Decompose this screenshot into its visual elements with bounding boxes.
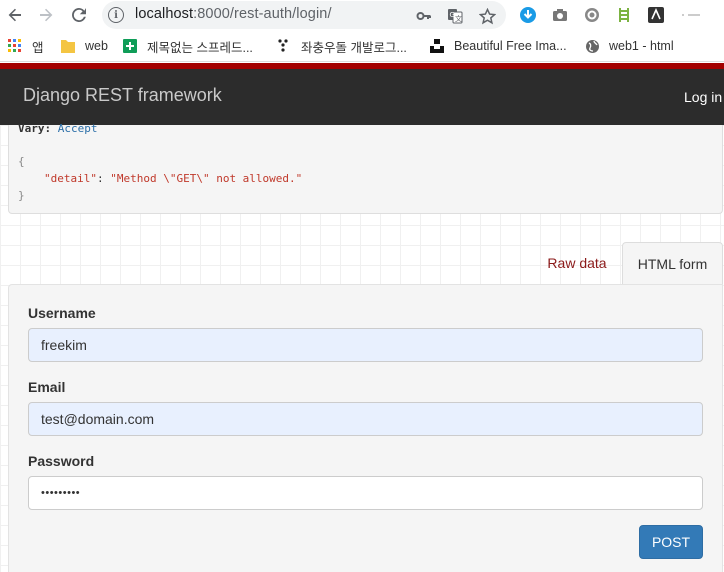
- bookmark-label: 앱: [32, 40, 44, 55]
- toolbar-separator: [680, 5, 700, 25]
- sheets-icon: [122, 38, 138, 54]
- dark-extension-icon[interactable]: [646, 5, 666, 25]
- apps-grid-icon: [7, 38, 23, 54]
- header-key: Vary:: [18, 122, 52, 135]
- bookmark-spreadsheet[interactable]: 제목없는 스프레드...: [122, 37, 253, 55]
- navbar: Django REST framework Log in: [0, 69, 724, 125]
- bookmark-label: Beautiful Free Ima...: [454, 39, 567, 53]
- email-field[interactable]: test@domain.com: [28, 402, 703, 436]
- bookmark-devlog[interactable]: 좌충우돌 개발로그...: [276, 37, 407, 55]
- ladder-extension-icon[interactable]: [614, 5, 634, 25]
- back-icon[interactable]: [3, 3, 27, 27]
- dots-icon: [276, 38, 292, 54]
- username-field[interactable]: freekim: [28, 328, 703, 362]
- password-label: Password: [28, 453, 95, 469]
- translate-icon[interactable]: G文: [446, 7, 464, 25]
- bookmarks-bar: 앱 web 제목없는 스프레드... 좌충우돌 개발로그... Beautifu…: [0, 30, 724, 62]
- browser-toolbar: i localhost:8000/rest-auth/login/ G文: [0, 0, 724, 30]
- tab-raw-data[interactable]: Raw data: [533, 242, 621, 284]
- json-value: "Method \"GET\" not allowed.": [110, 172, 303, 185]
- bookmark-label: 제목없는 스프레드...: [147, 40, 253, 55]
- json-detail-line: "detail": "Method \"GET\" not allowed.": [44, 172, 303, 185]
- bookmark-star-icon[interactable]: [478, 7, 496, 25]
- bookmark-unsplash[interactable]: Beautiful Free Ima...: [429, 37, 567, 55]
- bookmark-web1[interactable]: web1 - html: [584, 37, 674, 55]
- brand-link[interactable]: Django REST framework: [23, 85, 222, 106]
- response-body: Vary: Accept { "detail": "Method \"GET\"…: [8, 122, 723, 214]
- url-text: localhost:8000/rest-auth/login/: [135, 6, 332, 22]
- json-key: "detail": [44, 172, 97, 185]
- gear-extension-icon[interactable]: [582, 5, 602, 25]
- email-label: Email: [28, 379, 66, 395]
- tab-html-form[interactable]: HTML form: [622, 242, 723, 285]
- key-icon[interactable]: [415, 7, 433, 25]
- site-info-icon[interactable]: i: [108, 7, 124, 23]
- svg-text:文: 文: [455, 14, 462, 23]
- bookmark-label: 좌충우돌 개발로그...: [301, 40, 407, 55]
- bookmark-label: web1 - html: [609, 39, 674, 53]
- bookmark-apps[interactable]: 앱: [7, 37, 44, 55]
- reload-icon[interactable]: [67, 3, 91, 27]
- camera-extension-icon[interactable]: [550, 5, 570, 25]
- globe-icon: [584, 38, 600, 54]
- bookmark-web[interactable]: web: [60, 37, 108, 55]
- json-close-brace: }: [18, 189, 25, 202]
- download-extension-icon[interactable]: [518, 5, 538, 25]
- bookmark-label: web: [85, 39, 108, 53]
- username-label: Username: [28, 305, 96, 321]
- password-field[interactable]: •••••••••: [28, 476, 703, 510]
- unsplash-icon: [429, 38, 445, 54]
- folder-icon: [60, 38, 76, 54]
- post-button[interactable]: POST: [639, 525, 703, 559]
- forward-icon[interactable]: [34, 3, 58, 27]
- json-open-brace: {: [18, 155, 25, 168]
- address-bar[interactable]: i localhost:8000/rest-auth/login/ G文: [102, 1, 506, 29]
- login-link[interactable]: Log in: [684, 89, 722, 105]
- header-value: Accept: [57, 122, 98, 135]
- response-header-line: Vary: Accept: [18, 122, 98, 135]
